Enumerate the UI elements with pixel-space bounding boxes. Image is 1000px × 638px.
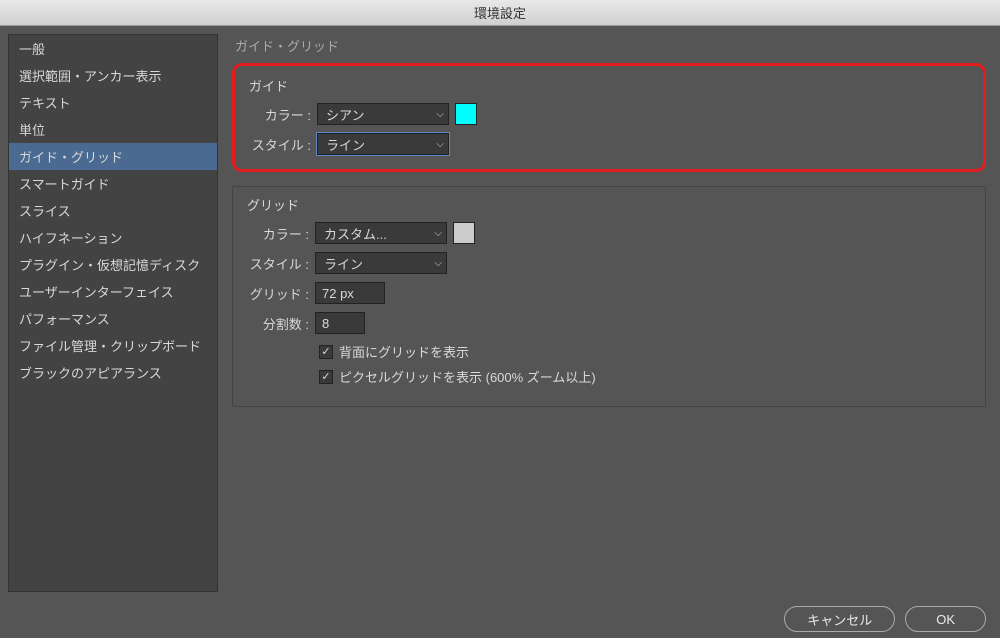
grid-spacing-input[interactable] [315, 282, 385, 304]
grid-color-swatch[interactable] [453, 222, 475, 244]
dropdown-label: ライン [324, 254, 363, 273]
sidebar-item-label: ファイル管理・クリップボード [19, 339, 201, 354]
grid-pixel-checkbox-row: ✓ ピクセルグリッドを表示 (600% ズーム以上) [319, 367, 971, 386]
guide-style-label: スタイル : [249, 135, 311, 154]
sidebar-item-label: ハイフネーション [19, 231, 122, 246]
guide-color-row: カラー : シアン ⌵ [249, 103, 969, 125]
sidebar-item-label: 選択範囲・アンカー表示 [19, 69, 161, 84]
sidebar-item-slice[interactable]: スライス [9, 197, 217, 224]
dropdown-label: カスタム... [324, 224, 387, 243]
main-panel: ガイド・グリッド ガイド カラー : シアン ⌵ スタイル : ライン ⌵ グリ… [218, 26, 1000, 600]
grid-color-row: カラー : カスタム... ⌵ [247, 222, 971, 244]
sidebar-item-label: スマートガイド [19, 177, 110, 192]
sidebar-item-label: パフォーマンス [19, 312, 110, 327]
sidebar-item-label: ガイド・グリッド [19, 150, 123, 165]
sidebar-item-smart-guides[interactable]: スマートガイド [9, 170, 217, 197]
grid-subdiv-label: 分割数 : [247, 314, 309, 333]
sidebar-item-performance[interactable]: パフォーマンス [9, 305, 217, 332]
sidebar-item-units[interactable]: 単位 [9, 116, 217, 143]
grid-style-row: スタイル : ライン ⌵ [247, 252, 971, 274]
grid-spacing-row: グリッド : [247, 282, 971, 304]
guide-color-swatch[interactable] [455, 103, 477, 125]
titlebar: 環境設定 [0, 0, 1000, 26]
sidebar-item-label: ユーザーインターフェイス [19, 285, 174, 300]
button-label: OK [936, 612, 955, 627]
grid-spacing-label: グリッド : [247, 284, 309, 303]
ok-button[interactable]: OK [905, 606, 986, 632]
sidebar-item-label: スライス [19, 204, 71, 219]
guide-color-label: カラー : [249, 105, 311, 124]
guide-legend: ガイド [249, 76, 969, 95]
main-title: ガイド・グリッド [232, 36, 986, 55]
window-title: 環境設定 [474, 3, 526, 22]
guide-style-row: スタイル : ライン ⌵ [249, 133, 969, 155]
sidebar-item-blackappearance[interactable]: ブラックのアピアランス [9, 359, 217, 386]
grid-style-dropdown[interactable]: ライン ⌵ [315, 252, 447, 274]
sidebar-item-label: 単位 [19, 123, 45, 138]
sidebar-item-guides-grid[interactable]: ガイド・グリッド [9, 143, 217, 170]
guide-section: ガイド カラー : シアン ⌵ スタイル : ライン ⌵ [232, 63, 986, 172]
grid-pixel-checkbox[interactable]: ✓ [319, 370, 333, 384]
chevron-down-icon: ⌵ [436, 109, 444, 120]
grid-legend: グリッド [247, 195, 971, 214]
sidebar-item-filehandling[interactable]: ファイル管理・クリップボード [9, 332, 217, 359]
chevron-down-icon: ⌵ [434, 258, 442, 269]
sidebar-item-hyphenation[interactable]: ハイフネーション [9, 224, 217, 251]
guide-style-dropdown[interactable]: ライン ⌵ [317, 133, 449, 155]
checkbox-label: ピクセルグリッドを表示 (600% ズーム以上) [339, 367, 596, 386]
sidebar-item-general[interactable]: 一般 [9, 35, 217, 62]
sidebar-item-ui[interactable]: ユーザーインターフェイス [9, 278, 217, 305]
chevron-down-icon: ⌵ [436, 139, 444, 150]
grid-subdiv-input[interactable] [315, 312, 365, 334]
grid-subdiv-row: 分割数 : [247, 312, 971, 334]
sidebar-item-label: プラグイン・仮想記憶ディスク [19, 258, 200, 273]
sidebar-item-text[interactable]: テキスト [9, 89, 217, 116]
dropdown-label: シアン [326, 105, 364, 124]
checkbox-label: 背面にグリッドを表示 [339, 342, 469, 361]
cancel-button[interactable]: キャンセル [784, 606, 895, 632]
chevron-down-icon: ⌵ [434, 228, 442, 239]
button-label: キャンセル [807, 610, 872, 629]
window-body: 一般 選択範囲・アンカー表示 テキスト 単位 ガイド・グリッド スマートガイド … [0, 26, 1000, 600]
grid-color-dropdown[interactable]: カスタム... ⌵ [315, 222, 447, 244]
footer: キャンセル OK [0, 600, 1000, 638]
dropdown-label: ライン [326, 135, 365, 154]
sidebar-item-selection[interactable]: 選択範囲・アンカー表示 [9, 62, 217, 89]
sidebar-item-label: ブラックのアピアランス [19, 366, 162, 381]
guide-color-dropdown[interactable]: シアン ⌵ [317, 103, 449, 125]
grid-back-checkbox[interactable]: ✓ [319, 345, 333, 359]
grid-back-checkbox-row: ✓ 背面にグリッドを表示 [319, 342, 971, 361]
sidebar: 一般 選択範囲・アンカー表示 テキスト 単位 ガイド・グリッド スマートガイド … [8, 34, 218, 592]
sidebar-item-label: 一般 [19, 42, 45, 57]
sidebar-item-plugins[interactable]: プラグイン・仮想記憶ディスク [9, 251, 217, 278]
grid-section: グリッド カラー : カスタム... ⌵ スタイル : ライン ⌵ グリッド : [232, 186, 986, 407]
grid-style-label: スタイル : [247, 254, 309, 273]
sidebar-item-label: テキスト [19, 96, 71, 111]
grid-color-label: カラー : [247, 224, 309, 243]
